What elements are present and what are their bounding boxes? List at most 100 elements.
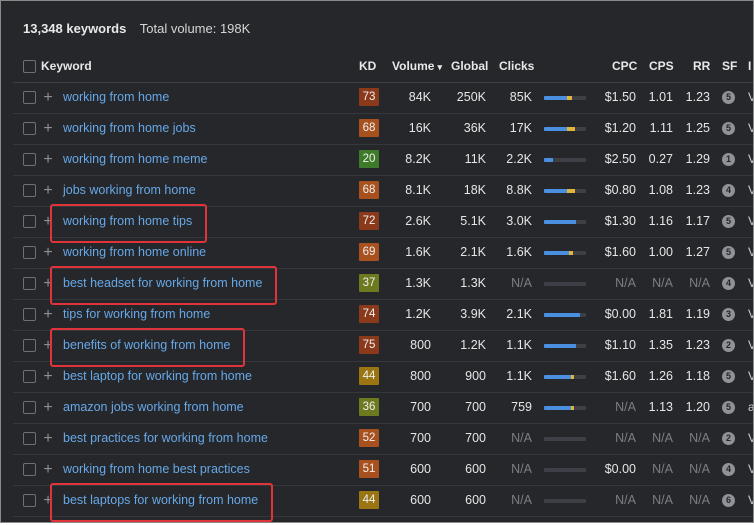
keyword-link[interactable]: benefits of working from home: [63, 330, 230, 361]
row-checkbox[interactable]: [23, 91, 36, 104]
header-kd[interactable]: KD: [359, 51, 376, 82]
row-checkbox[interactable]: [23, 184, 36, 197]
sf-cell[interactable]: 5: [722, 206, 735, 237]
rr-value: 1.23: [685, 90, 710, 104]
row-checkbox[interactable]: [23, 277, 36, 290]
rr-value: N/A: [689, 493, 710, 507]
sf-cell[interactable]: 4: [722, 175, 735, 206]
keyword-link[interactable]: jobs working from home: [63, 175, 196, 206]
add-to-list-icon[interactable]: +: [42, 454, 54, 485]
row-checkbox[interactable]: [23, 339, 36, 352]
row-checkbox[interactable]: [23, 215, 36, 228]
row-checkbox[interactable]: [23, 246, 36, 259]
add-to-list-icon[interactable]: +: [42, 392, 54, 423]
kd-cell: 72: [359, 206, 379, 237]
add-to-list-icon[interactable]: +: [42, 237, 54, 268]
sf-cell[interactable]: 4: [722, 268, 735, 299]
header-clicks[interactable]: Clicks: [499, 51, 534, 82]
add-to-list-icon[interactable]: +: [42, 113, 54, 144]
sf-cell[interactable]: 5: [722, 361, 735, 392]
rr-value: 1.27: [685, 245, 710, 259]
table-row: + working from home best practices 51 600 60…: [13, 454, 753, 486]
kd-badge: 20: [359, 150, 379, 168]
add-to-list-icon[interactable]: +: [42, 268, 54, 299]
volume-value: 1.2K: [405, 307, 431, 321]
row-checkbox[interactable]: [23, 153, 36, 166]
clicks-bar: [544, 375, 586, 379]
row-checkbox[interactable]: [23, 370, 36, 383]
add-to-list-icon[interactable]: +: [42, 206, 54, 237]
sf-cell[interactable]: 6: [722, 485, 735, 516]
keyword-link[interactable]: working from home best practices: [63, 454, 250, 485]
header-rr[interactable]: RR: [693, 51, 710, 82]
keyword-link[interactable]: best laptop for working from home: [63, 361, 252, 392]
keyword-link[interactable]: tips for working from home: [63, 299, 210, 330]
sf-cell[interactable]: 5: [722, 82, 735, 113]
sf-cell[interactable]: 3: [722, 299, 735, 330]
keyword-link[interactable]: working from home: [63, 82, 169, 113]
cpc-value: N/A: [615, 276, 636, 290]
keyword-link[interactable]: working from home online: [63, 237, 206, 268]
add-to-list-icon[interactable]: +: [42, 175, 54, 206]
keyword-link[interactable]: amazon jobs working from home: [63, 392, 244, 423]
header-sf[interactable]: SF: [722, 51, 737, 82]
header-cpc[interactable]: CPC: [612, 51, 637, 82]
keyword-link[interactable]: working from home jobs: [63, 113, 196, 144]
cps-value: 0.27: [648, 152, 673, 166]
sf-cell[interactable]: 5: [722, 237, 735, 268]
clicks-value: 8.8K: [506, 183, 532, 197]
add-to-list-icon[interactable]: +: [42, 82, 54, 113]
keyword-link[interactable]: best laptops for working from home: [63, 485, 258, 516]
row-checkbox[interactable]: [23, 432, 36, 445]
cpc-value: $1.20: [604, 121, 636, 135]
clicks-value: 17K: [509, 121, 532, 135]
keyword-link[interactable]: best headset for working from home: [63, 268, 262, 299]
truncated-column-value: V: [748, 206, 753, 237]
sf-cell[interactable]: 5: [722, 392, 735, 423]
serp-features-badge: 4: [722, 184, 735, 197]
add-to-list-icon[interactable]: +: [42, 144, 54, 175]
add-to-list-icon[interactable]: +: [42, 330, 54, 361]
serp-features-badge: 5: [722, 91, 735, 104]
clicks-value: 1.6K: [506, 245, 532, 259]
kd-badge: 68: [359, 119, 379, 137]
keyword-link[interactable]: working from home meme: [63, 144, 208, 175]
table-row: + working from home tips 72 2.6K 5.1K 3.0K $1.…: [13, 206, 753, 238]
header-volume[interactable]: Volume ▾: [392, 51, 442, 82]
volume-value: 8.1K: [405, 183, 431, 197]
paid-clicks-fill: [571, 406, 574, 410]
sf-cell[interactable]: 2: [722, 330, 735, 361]
global-volume-value: 600: [465, 462, 486, 476]
clicks-value: 2.2K: [506, 152, 532, 166]
row-checkbox[interactable]: [23, 401, 36, 414]
cps-value: N/A: [652, 493, 673, 507]
sf-cell[interactable]: 5: [722, 113, 735, 144]
add-to-list-icon[interactable]: +: [42, 485, 54, 516]
add-to-list-icon[interactable]: +: [42, 299, 54, 330]
header-cps[interactable]: CPS: [649, 51, 674, 82]
kd-badge: 72: [359, 212, 379, 230]
sf-cell[interactable]: 4: [722, 454, 735, 485]
select-all-checkbox[interactable]: [23, 60, 36, 73]
truncated-column-value: V: [748, 268, 753, 299]
keyword-link[interactable]: best practices for working from home: [63, 423, 268, 454]
row-checkbox[interactable]: [23, 463, 36, 476]
sf-cell[interactable]: 2: [722, 423, 735, 454]
row-checkbox[interactable]: [23, 494, 36, 507]
add-to-list-icon[interactable]: +: [42, 361, 54, 392]
cps-value: N/A: [652, 431, 673, 445]
volume-value: 1.3K: [405, 276, 431, 290]
organic-clicks-fill: [544, 96, 568, 100]
add-to-list-icon[interactable]: +: [42, 423, 54, 454]
organic-clicks-fill: [544, 344, 576, 348]
global-volume-value: 700: [465, 431, 486, 445]
sort-desc-icon: ▾: [437, 62, 442, 72]
header-truncated: I: [748, 59, 752, 73]
header-keyword[interactable]: Keyword: [41, 51, 92, 82]
sf-cell[interactable]: 1: [722, 144, 735, 175]
organic-clicks-fill: [544, 158, 554, 162]
row-checkbox[interactable]: [23, 308, 36, 321]
header-global[interactable]: Global: [451, 51, 488, 82]
row-checkbox[interactable]: [23, 122, 36, 135]
keyword-link[interactable]: working from home tips: [63, 206, 192, 237]
